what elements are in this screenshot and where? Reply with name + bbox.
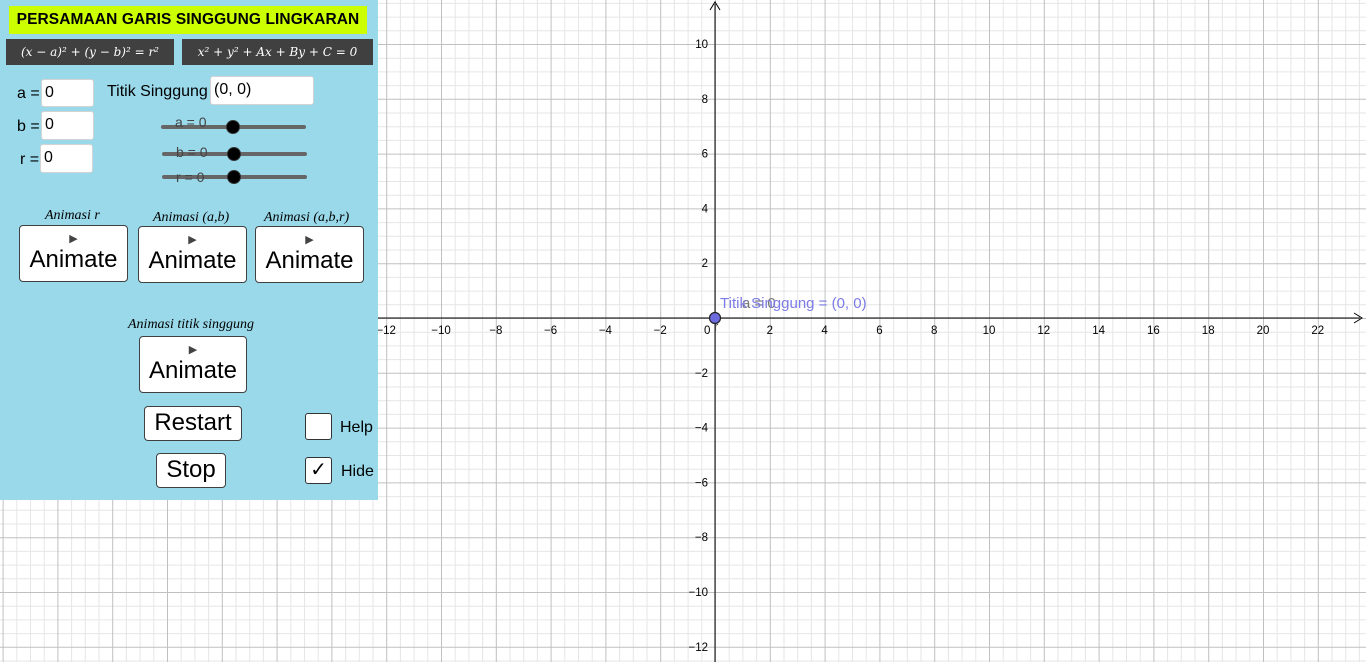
play-icon: ▶: [305, 234, 314, 246]
x-tick-label: −8: [489, 325, 502, 337]
hide-checkbox-label: Hide: [341, 463, 374, 480]
animate-r-button-label: Animate: [29, 246, 118, 273]
animate-ab-button[interactable]: ▶ Animate: [138, 226, 247, 283]
animation-ab-caption: Animasi (a,b): [153, 210, 230, 225]
y-tick-label: 6: [702, 149, 708, 161]
animation-r-caption: Animasi r: [45, 208, 100, 223]
x-tick-label: −2: [654, 325, 667, 337]
y-tick-label: 8: [702, 94, 708, 106]
y-tick-label: −8: [695, 532, 708, 544]
y-tick-label: −2: [695, 368, 708, 380]
y-tick-label: −10: [688, 587, 708, 599]
animation-point-caption: Animasi titik singgung: [128, 317, 254, 332]
x-tick-label: −6: [544, 325, 557, 337]
b-input-label: b =: [17, 118, 40, 135]
page-title: PERSAMAAN GARIS SINGGUNG LINGKARAN: [9, 6, 367, 34]
point-label: Titik Singgung = (0, 0): [720, 295, 867, 312]
animation-abr-caption: Animasi (a,b,r): [264, 210, 350, 225]
animate-abr-button-label: Animate: [265, 247, 354, 274]
tangent-point[interactable]: [708, 311, 722, 325]
play-icon: ▶: [188, 344, 198, 356]
x-tick-label: 6: [876, 325, 882, 337]
y-tick-label: −6: [695, 477, 708, 489]
y-tick-label: 4: [702, 203, 709, 215]
slider-a-label: a = 0: [175, 114, 207, 130]
x-tick-label: 2: [767, 325, 773, 337]
x-tick-label: 0: [704, 325, 710, 337]
help-checkbox-label: Help: [340, 419, 373, 436]
x-tick-label: 22: [1311, 325, 1324, 337]
hide-checkbox[interactable]: ✓: [305, 457, 332, 484]
slider-a-handle[interactable]: [226, 120, 240, 134]
y-tick-label: 2: [702, 258, 708, 270]
x-tick-label: −10: [431, 325, 451, 337]
animate-point-button-label: Animate: [148, 357, 238, 384]
animate-abr-button[interactable]: ▶ Animate: [255, 226, 364, 283]
x-tick-label: 8: [931, 325, 937, 337]
r-input[interactable]: 0: [40, 144, 93, 173]
y-tick-label: 10: [695, 39, 708, 51]
circle-equation-general: x² + y² + Ax + By + C = 0: [182, 39, 373, 65]
x-tick-label: 12: [1037, 325, 1050, 337]
stop-button[interactable]: Stop: [156, 453, 226, 488]
r-input-label: r =: [20, 151, 40, 168]
x-tick-label: 4: [821, 325, 828, 337]
x-tick-label: 18: [1202, 325, 1215, 337]
slider-b-handle[interactable]: [227, 147, 241, 161]
slider-r-label: r = 0: [176, 169, 205, 185]
x-tick-labels: −12 −10 −8 −6 −4 −2 0 2 4 6 8 10 12 14 16 18 20 22: [376, 325, 1324, 337]
animate-r-button[interactable]: ▶ Animate: [19, 225, 128, 282]
x-tick-label: 16: [1147, 325, 1160, 337]
slider-r-handle[interactable]: [227, 170, 241, 184]
x-tick-label: −4: [599, 325, 613, 337]
x-tick-label: 10: [983, 325, 996, 337]
tangent-point-input[interactable]: (0, 0): [210, 76, 314, 105]
b-input[interactable]: 0: [41, 111, 94, 140]
a-input-label: a =: [17, 85, 40, 102]
check-icon: ✓: [310, 459, 327, 481]
play-icon: ▶: [69, 233, 78, 245]
y-tick-label: −12: [688, 642, 708, 654]
slider-b-label: b = 0: [176, 144, 208, 160]
control-panel: PERSAMAAN GARIS SINGGUNG LINGKARAN (x − …: [0, 0, 378, 500]
x-tick-label: −12: [376, 325, 396, 337]
y-tick-label: −4: [695, 423, 709, 435]
play-icon: ▶: [188, 234, 197, 246]
x-tick-label: 14: [1092, 325, 1105, 337]
animate-point-button[interactable]: ▶ Animate: [139, 336, 247, 393]
animate-ab-button-label: Animate: [148, 247, 237, 274]
a-input[interactable]: 0: [41, 79, 94, 107]
restart-button[interactable]: Restart: [144, 406, 242, 441]
circle-equation-standard: (x − a)² + (y − b)² = r²: [6, 39, 174, 65]
tangent-point-label: Titik Singgung: [107, 83, 208, 100]
help-checkbox[interactable]: [305, 413, 332, 440]
x-tick-label: 20: [1257, 325, 1270, 337]
